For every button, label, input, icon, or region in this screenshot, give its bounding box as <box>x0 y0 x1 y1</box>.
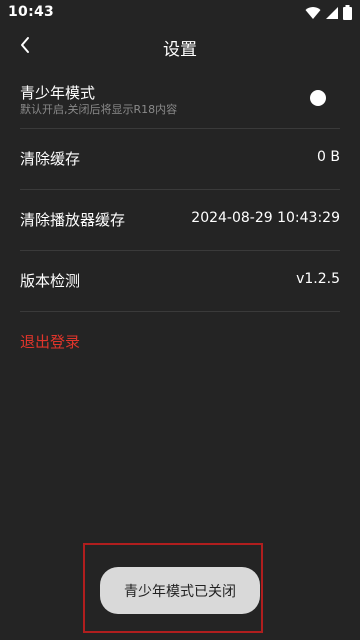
page-title: 设置 <box>163 40 197 60</box>
youth-mode-label: 青少年模式 <box>20 84 96 102</box>
wifi-icon <box>305 5 321 24</box>
version-check-label: 版本检测 <box>20 272 81 290</box>
youth-mode-description: 默认开启,关闭后将显示R18内容 <box>20 103 178 116</box>
toggle-knob <box>310 90 326 106</box>
clear-cache-row[interactable]: 清除缓存 0 B <box>20 129 340 190</box>
toast-message: 青少年模式已关闭 <box>100 567 260 614</box>
clear-player-cache-row[interactable]: 清除播放器缓存 2024-08-29 10:43:29 <box>20 190 340 251</box>
app-header: 设置 <box>0 26 360 68</box>
logout-button[interactable]: 退出登录 <box>20 331 80 352</box>
settings-list: 青少年模式 默认开启,关闭后将显示R18内容 清除缓存 0 B 清除播放器缓存 … <box>0 68 360 312</box>
status-time: 10:43 <box>8 4 55 20</box>
version-value: v1.2.5 <box>296 271 340 287</box>
version-check-row[interactable]: 版本检测 v1.2.5 <box>20 251 340 312</box>
status-icons <box>305 5 352 24</box>
clear-player-cache-value: 2024-08-29 10:43:29 <box>191 210 340 226</box>
youth-mode-row: 青少年模式 默认开启,关闭后将显示R18内容 <box>20 68 340 129</box>
status-bar: 10:43 <box>0 0 360 26</box>
clear-player-cache-label: 清除播放器缓存 <box>20 211 126 229</box>
battery-icon <box>343 5 352 24</box>
clear-cache-value: 0 B <box>317 149 340 165</box>
clear-cache-label: 清除缓存 <box>20 150 81 168</box>
youth-mode-toggle[interactable] <box>306 89 340 107</box>
signal-icon <box>325 5 339 24</box>
